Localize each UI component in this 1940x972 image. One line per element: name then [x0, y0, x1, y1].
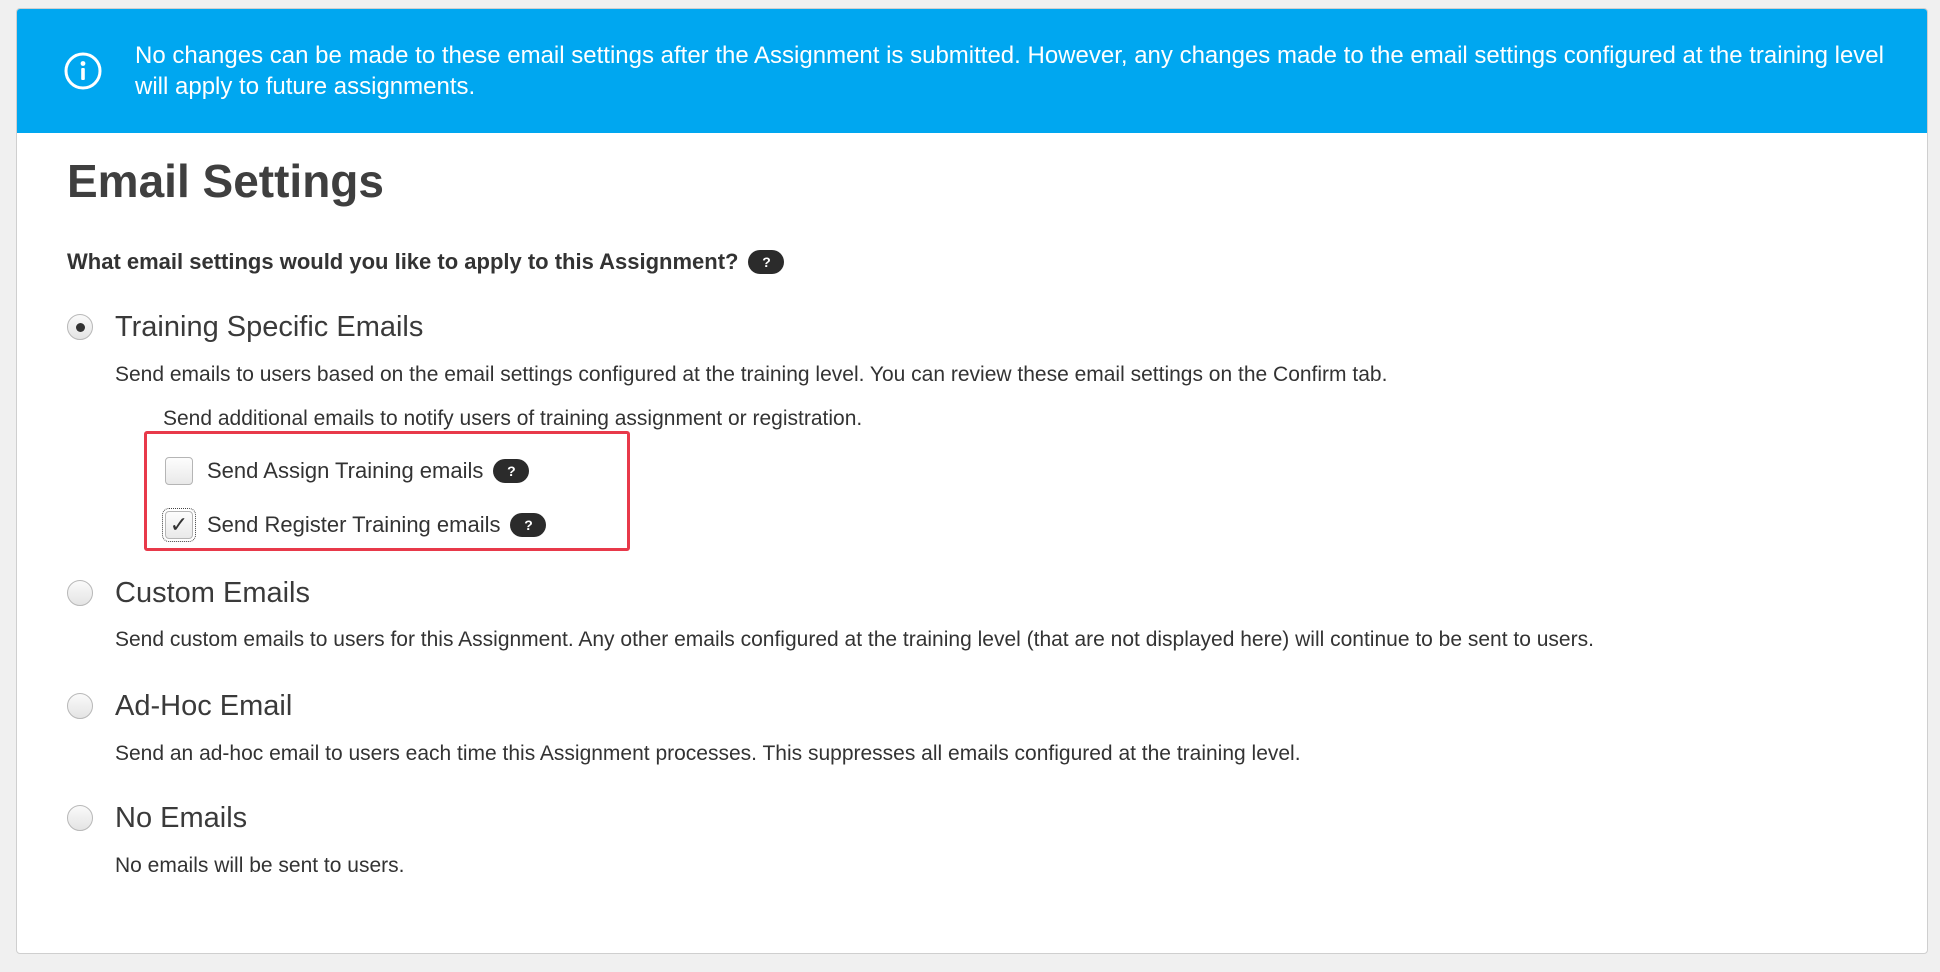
description-ad-hoc-email: Send an ad-hoc email to users each time …: [115, 742, 1301, 765]
settings-question: What email settings would you like to ap…: [67, 247, 785, 277]
radio-button-no-emails[interactable]: [67, 805, 93, 831]
additional-emails-note: Send additional emails to notify users o…: [163, 407, 863, 430]
checkmark-icon: ✓: [169, 512, 189, 537]
radio-button-training-specific[interactable]: [67, 314, 93, 340]
checkbox-label-register-training[interactable]: Send Register Training emails: [207, 511, 500, 539]
description-custom-emails: Send custom emails to users for this Ass…: [115, 628, 1594, 651]
info-banner-text: No changes can be made to these email se…: [135, 42, 1884, 100]
question-help-icon[interactable]: ?: [748, 250, 785, 274]
description-no-emails: No emails will be sent to users.: [115, 854, 405, 877]
radio-option-no-emails[interactable]: No Emails: [67, 800, 247, 836]
radio-label-ad-hoc-email[interactable]: Ad-Hoc Email: [115, 688, 292, 724]
checkbox-row-assign-training[interactable]: Send Assign Training emails ?: [165, 457, 530, 485]
radio-button-ad-hoc-email[interactable]: [67, 693, 93, 719]
assign-training-help-icon[interactable]: ?: [493, 459, 530, 483]
radio-button-custom-emails[interactable]: [67, 580, 93, 606]
radio-label-no-emails[interactable]: No Emails: [115, 800, 247, 836]
radio-label-training-specific[interactable]: Training Specific Emails: [115, 309, 423, 345]
email-settings-panel: No changes can be made to these email se…: [16, 8, 1928, 954]
checkbox-register-training[interactable]: ✓: [162, 508, 196, 542]
info-banner: No changes can be made to these email se…: [17, 9, 1927, 133]
radio-label-custom-emails[interactable]: Custom Emails: [115, 575, 310, 611]
radio-option-custom-emails[interactable]: Custom Emails: [67, 575, 310, 611]
description-training-specific: Send emails to users based on the email …: [115, 363, 1388, 386]
settings-question-text: What email settings would you like to ap…: [67, 249, 739, 274]
info-circle-icon: [64, 52, 102, 90]
register-training-help-icon[interactable]: ?: [510, 513, 547, 537]
checkbox-label-assign-training[interactable]: Send Assign Training emails: [207, 457, 483, 485]
checkbox-assign-training[interactable]: [165, 457, 193, 485]
radio-option-ad-hoc-email[interactable]: Ad-Hoc Email: [67, 688, 292, 724]
radio-option-training-specific[interactable]: Training Specific Emails: [67, 309, 423, 345]
page-title: Email Settings: [67, 155, 384, 207]
checkbox-row-register-training[interactable]: ✓ Send Register Training emails ?: [162, 508, 547, 542]
